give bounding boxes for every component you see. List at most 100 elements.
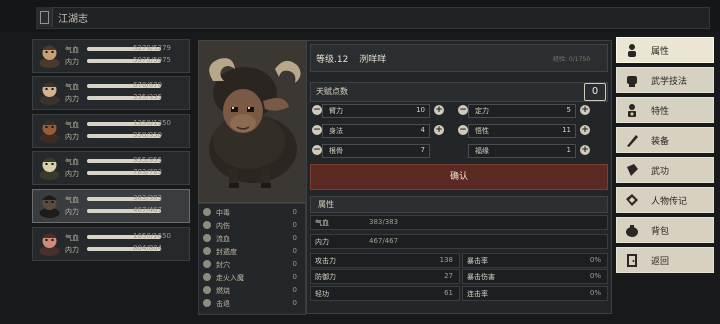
talent-points-value: 0 <box>584 83 606 101</box>
status-effects-panel: 中毒 0 内伤 0 流血 0 封遁度 0 封穴 0 走火入魔 0 燃烧 0 击退 0 <box>198 203 306 315</box>
status-value: 0 <box>292 221 297 229</box>
status-row: 流血 0 <box>203 233 299 244</box>
menu-label: 属性 <box>651 47 670 57</box>
menu-person[interactable]: 属性 <box>616 37 714 63</box>
status-label: 内伤 <box>216 222 230 230</box>
exit-icon <box>627 254 637 267</box>
property-cell: 防御力 27 <box>310 269 460 284</box>
menu-label: 人物传记 <box>651 197 688 207</box>
team-member-4[interactable]: 气血 955/955 内力 783/783 <box>32 151 190 185</box>
menu-book[interactable]: 武功 <box>616 157 714 183</box>
member-portrait-icon <box>39 82 60 105</box>
plus-button[interactable]: + <box>580 125 590 135</box>
menu-trait[interactable]: 特性 <box>616 97 714 123</box>
exp-text: 经验: 0/1750 <box>553 56 591 63</box>
page-title: 江湖志 <box>58 14 88 25</box>
bag-icon <box>626 225 638 237</box>
team-member-3[interactable]: 气血 1350/1350 内力 950/950 <box>32 114 190 148</box>
status-row: 封遁度 0 <box>203 246 299 257</box>
menu-label: 返回 <box>651 257 670 267</box>
menu-sword[interactable]: 装备 <box>616 127 714 153</box>
attribute-value: 11 <box>562 126 571 134</box>
status-value: 0 <box>292 286 297 294</box>
team-member-5[interactable]: 气血 383/383 内力 467/467 <box>32 189 190 223</box>
menu-label: 装备 <box>651 137 670 147</box>
minus-button[interactable]: − <box>458 125 468 135</box>
qi-value: 5279/5279 <box>133 44 171 52</box>
menu-label: 背包 <box>651 227 670 237</box>
status-label: 封穴 <box>216 261 230 269</box>
trait-icon <box>628 104 636 117</box>
status-value: 0 <box>292 260 297 268</box>
team-member-6[interactable]: 气血 1650/1650 内力 804/804 <box>32 227 190 261</box>
property-cell: 攻击力 138 <box>310 253 460 268</box>
attribute-row: 定力 5 <box>468 104 576 118</box>
neili-value: 804/804 <box>133 244 163 252</box>
minus-button[interactable]: − <box>312 145 322 155</box>
menu-scroll[interactable]: 人物传记 <box>616 187 714 213</box>
attribute-label: 悟性 <box>475 127 489 135</box>
journal-icon[interactable] <box>36 7 53 27</box>
neili-label: 内力 <box>65 170 79 178</box>
property-value: 0% <box>589 289 601 297</box>
status-icon <box>203 273 211 281</box>
neili-label: 内力 <box>65 208 79 216</box>
status-row: 走火入魔 0 <box>203 272 299 283</box>
properties-header <box>310 196 608 213</box>
confirm-button[interactable]: 确认 <box>310 164 608 190</box>
neili-label: 内力 <box>315 238 329 246</box>
qi-row: 气血 383/383 <box>310 215 608 230</box>
attribute-row: 身法 4 <box>322 124 430 138</box>
neili-label: 内力 <box>65 133 79 141</box>
minus-button[interactable]: − <box>312 105 322 115</box>
qi-label: 气血 <box>65 121 79 129</box>
neili-row: 内力 467/467 <box>310 234 608 249</box>
property-label: 防御力 <box>315 273 336 281</box>
member-portrait-icon <box>39 120 60 143</box>
team-member-2[interactable]: 气血 670/670 内力 335/335 <box>32 76 190 110</box>
minus-button[interactable]: − <box>458 105 468 115</box>
plus-button[interactable]: + <box>580 145 590 155</box>
status-icon <box>203 260 211 268</box>
title-bar <box>36 7 710 29</box>
status-value: 0 <box>292 208 297 216</box>
status-value: 0 <box>292 247 297 255</box>
attribute-value: 4 <box>420 126 425 134</box>
menu-fist[interactable]: 武学技法 <box>616 67 714 93</box>
plus-button[interactable]: + <box>434 105 444 115</box>
status-row: 封穴 0 <box>203 259 299 270</box>
status-label: 中毒 <box>216 209 230 217</box>
property-label: 攻击力 <box>315 257 336 265</box>
plus-button[interactable]: + <box>434 125 444 135</box>
menu-exit[interactable]: 返回 <box>616 247 714 273</box>
menu-bag[interactable]: 背包 <box>616 217 714 243</box>
team-member-1[interactable]: 气血 5279/5279 内力 5975/5975 <box>32 39 190 73</box>
qi-value: 383/383 <box>369 218 399 226</box>
neili-label: 内力 <box>65 95 79 103</box>
property-label: 暴击率 <box>467 257 488 265</box>
status-label: 击退 <box>216 300 230 308</box>
talent-points-box <box>310 82 608 102</box>
qi-label: 气血 <box>65 46 79 54</box>
property-label: 暴击伤害 <box>467 273 495 281</box>
property-value: 138 <box>439 256 453 264</box>
minus-button[interactable]: − <box>312 125 322 135</box>
status-label: 燃烧 <box>216 287 230 295</box>
attribute-label: 身法 <box>329 127 343 135</box>
plus-button[interactable]: + <box>580 105 590 115</box>
property-value: 61 <box>444 289 453 297</box>
attribute-value: 10 <box>416 106 425 114</box>
property-value: 0% <box>589 272 601 280</box>
property-cell: 轻功 61 <box>310 286 460 301</box>
status-icon <box>203 247 211 255</box>
property-label: 连击率 <box>467 290 488 298</box>
attribute-row: 根骨 7 <box>322 144 430 158</box>
scroll-icon <box>626 194 638 206</box>
attribute-row: 悟性 11 <box>468 124 576 138</box>
neili-value: 467/467 <box>133 206 163 214</box>
property-cell: 暴击率 0% <box>462 253 608 268</box>
properties-title: 属性 <box>318 200 334 209</box>
qi-label: 气血 <box>65 196 79 204</box>
status-icon <box>203 221 211 229</box>
menu-label: 武功 <box>651 167 670 177</box>
